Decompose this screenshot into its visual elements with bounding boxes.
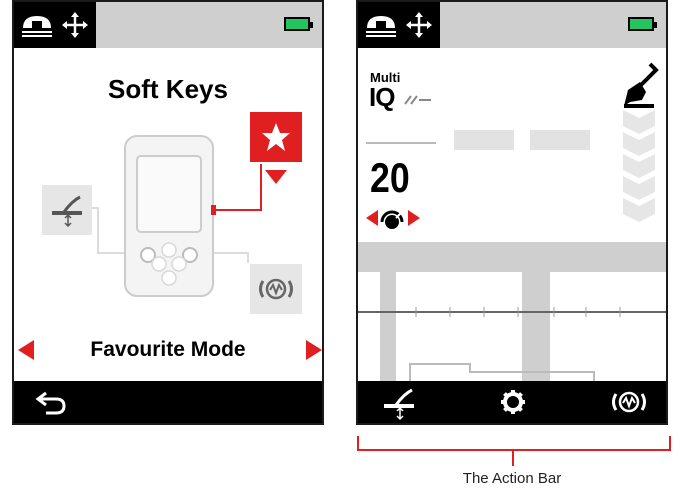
iq-label: IQ	[369, 82, 395, 112]
favourite-soft-key[interactable]	[250, 112, 302, 162]
action-bar	[358, 381, 666, 423]
battery-icon	[284, 17, 313, 31]
audio-mode-icon[interactable]	[610, 386, 648, 418]
status-bar	[358, 2, 666, 48]
sensitivity-value: 20	[370, 154, 410, 201]
knob-icon	[380, 210, 404, 229]
decrease-arrow[interactable]	[366, 210, 378, 226]
status-icons	[358, 2, 440, 48]
settings-icon[interactable]	[500, 389, 526, 415]
action-bar-bracket	[357, 436, 671, 466]
increase-arrow[interactable]	[408, 210, 420, 226]
detect-mode-icon	[22, 16, 52, 37]
audio-soft-key[interactable]	[250, 264, 302, 314]
divider	[366, 142, 436, 144]
move-arrows-icon[interactable]	[404, 10, 434, 40]
shovel-icon	[624, 62, 659, 108]
status-icons	[14, 2, 96, 48]
down-arrow-icon	[265, 170, 287, 184]
battery-icon	[628, 17, 657, 31]
move-arrows-icon[interactable]	[60, 10, 90, 40]
signal-graph	[358, 272, 666, 384]
detector-soft-key[interactable]	[42, 185, 92, 235]
next-mode-arrow[interactable]	[306, 340, 322, 360]
detector-icon[interactable]	[382, 386, 416, 420]
action-bar-caption: The Action Bar	[462, 470, 562, 487]
bottom-bar	[14, 381, 322, 423]
star-icon	[262, 123, 290, 151]
detector-icon	[52, 195, 82, 227]
soft-keys-screen: Soft Keys Favourite Mode	[12, 0, 324, 425]
status-bar	[14, 2, 322, 48]
audio-mode-icon	[259, 278, 293, 300]
mode-label: Favourite Mode	[90, 338, 246, 361]
target-id-box	[530, 130, 590, 150]
back-icon[interactable]	[34, 389, 68, 415]
id-band	[358, 242, 666, 272]
target-id-box	[454, 130, 514, 150]
detect-mode-icon	[366, 16, 396, 37]
depth-gauge	[623, 110, 655, 222]
detect-screen: Multi IQ 20	[356, 0, 668, 425]
frequency-icon	[404, 95, 431, 105]
